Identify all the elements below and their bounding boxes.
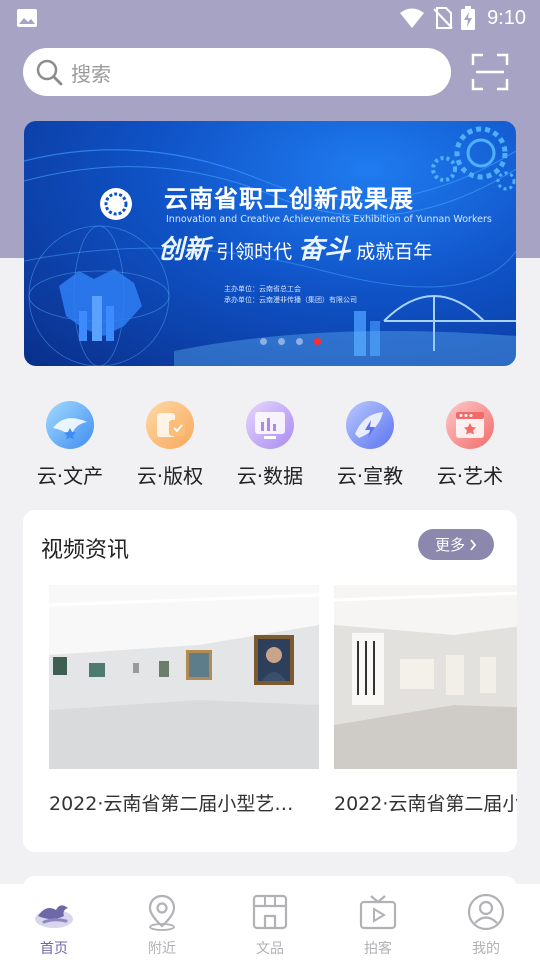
tab-products[interactable]: 文品	[216, 884, 324, 960]
tab-label: 附近	[148, 941, 176, 957]
video-caption: 2022·云南省第二届小	[334, 793, 517, 815]
tab-nearby[interactable]: 附近	[108, 884, 216, 960]
search-icon	[36, 59, 63, 86]
chevron-right-icon	[470, 538, 477, 551]
tab-home[interactable]: 首页	[0, 884, 108, 960]
banner-organizers: 主办单位：云南省总工会 承办单位：云南漫非传播（集团）有限公司	[224, 285, 357, 304]
culture-industry-icon	[46, 401, 94, 449]
carousel-dot[interactable]	[296, 338, 303, 345]
video-thumbnail	[334, 585, 517, 769]
category-label: 云·艺术	[436, 464, 504, 488]
category-grid: 云·文产 云·版权 云·数据 云·宣教 云·艺术	[20, 400, 520, 489]
user-avatar-icon	[467, 893, 505, 931]
banner-carousel[interactable]: 云南省职工创新成果展 Innovation and Creative Achie…	[24, 121, 516, 366]
carousel-dot-active[interactable]	[314, 338, 321, 345]
more-button[interactable]: 更多	[418, 529, 494, 560]
location-pin-icon	[148, 894, 176, 931]
home-cloud-icon	[35, 905, 73, 928]
wifi-icon	[400, 8, 425, 28]
art-icon	[446, 401, 494, 449]
data-chart-icon	[246, 401, 294, 449]
video-item[interactable]: 2022·云南省第二届小	[334, 585, 517, 816]
copyright-icon	[146, 401, 194, 449]
banner-title: 云南省职工创新成果展	[164, 185, 414, 213]
category-data[interactable]: 云·数据	[220, 400, 320, 489]
tab-label: 文品	[256, 941, 284, 957]
no-sim-icon	[433, 7, 453, 29]
category-label: 云·数据	[236, 464, 304, 488]
battery-charging-icon	[461, 6, 476, 30]
more-label: 更多	[434, 536, 465, 554]
video-item[interactable]: 2022·云南省第二届小型艺…	[49, 585, 319, 816]
tab-label: 拍客	[364, 941, 392, 957]
education-icon	[346, 401, 394, 449]
store-icon	[252, 894, 288, 930]
category-copyright[interactable]: 云·版权	[120, 400, 220, 489]
status-bar: 9:10	[0, 0, 540, 36]
video-news-section: 视频资讯 更多 2022·云南省第二届小型艺… 2022·云南省第二届小	[23, 510, 517, 852]
tab-label: 首页	[40, 941, 68, 957]
tab-profile[interactable]: 我的	[432, 884, 540, 960]
category-label: 云·文产	[36, 464, 104, 488]
carousel-dot[interactable]	[260, 338, 267, 345]
video-thumbnail	[49, 585, 319, 769]
carousel-indicator	[260, 338, 321, 345]
tab-label: 我的	[472, 941, 500, 957]
tab-vlogger[interactable]: 拍客	[324, 884, 432, 960]
banner-slogan: 创新 引领时代 奋斗 成就百年	[158, 235, 433, 265]
search-input[interactable]: 搜索	[23, 48, 451, 96]
carousel-dot[interactable]	[278, 338, 285, 345]
status-time: 9:10	[487, 6, 526, 29]
section-title: 视频资讯	[41, 538, 130, 563]
video-caption: 2022·云南省第二届小型艺…	[49, 793, 294, 815]
category-education[interactable]: 云·宣教	[320, 400, 420, 489]
category-label: 云·宣教	[336, 464, 404, 488]
category-label: 云·版权	[136, 464, 204, 488]
scan-icon[interactable]	[470, 52, 510, 92]
tv-play-icon	[359, 895, 397, 930]
category-art[interactable]: 云·艺术	[420, 400, 520, 489]
banner-subtitle: Innovation and Creative Achievements Exh…	[166, 214, 492, 225]
bottom-tab-bar: 首页 附近 文品 拍客 我的	[0, 884, 540, 960]
gallery-notification-icon	[17, 9, 37, 27]
search-placeholder: 搜索	[71, 61, 111, 86]
category-culture-industry[interactable]: 云·文产	[20, 400, 120, 489]
